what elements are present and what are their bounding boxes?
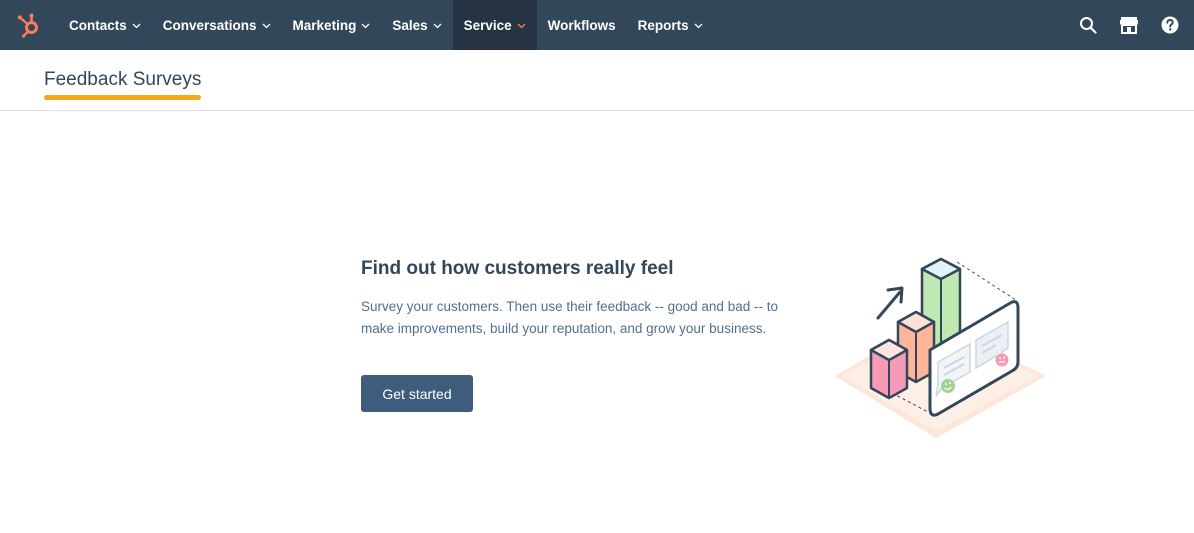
chevron-down-icon [694, 21, 703, 30]
top-navigation-bar: Contacts Conversations Marketing Sales Servi… [0, 0, 1194, 50]
nav-item-marketing[interactable]: Marketing [282, 0, 382, 50]
page-title-underline [44, 95, 201, 100]
hubspot-logo-icon[interactable] [0, 0, 58, 50]
survey-chart-illustration [830, 250, 1052, 445]
search-icon[interactable] [1067, 0, 1108, 50]
nav-item-label: Marketing [292, 17, 357, 33]
nav-menu: Contacts Conversations Marketing Sales Servi… [58, 0, 714, 50]
chevron-down-icon [433, 21, 442, 30]
nav-item-label: Conversations [162, 17, 257, 33]
get-started-button[interactable]: Get started [361, 375, 473, 412]
nav-item-label: Workflows [547, 17, 616, 33]
nav-item-label: Service [463, 17, 512, 33]
page-title: Feedback Surveys [44, 69, 202, 90]
nav-item-label: Sales [392, 17, 428, 33]
empty-state: Find out how customers really feel Surve… [361, 258, 801, 412]
chevron-down-icon [132, 21, 141, 30]
chevron-down-icon [361, 21, 370, 30]
nav-item-workflows[interactable]: Workflows [537, 0, 627, 50]
nav-item-conversations[interactable]: Conversations [152, 0, 282, 50]
chevron-down-icon [262, 21, 271, 30]
nav-item-label: Contacts [69, 17, 127, 33]
nav-right-icons [1067, 0, 1194, 50]
empty-state-headline: Find out how customers really feel [361, 258, 674, 279]
nav-item-reports[interactable]: Reports [627, 0, 714, 50]
empty-state-description: Survey your customers. Then use their fe… [361, 299, 778, 336]
marketplace-icon[interactable] [1108, 0, 1149, 50]
nav-item-sales[interactable]: Sales [381, 0, 452, 50]
nav-item-service[interactable]: Service [452, 0, 537, 50]
help-icon[interactable] [1149, 0, 1190, 50]
page-header: Feedback Surveys [0, 50, 1194, 111]
nav-item-contacts[interactable]: Contacts [58, 0, 152, 50]
chevron-down-icon [517, 21, 526, 30]
nav-item-label: Reports [637, 17, 689, 33]
